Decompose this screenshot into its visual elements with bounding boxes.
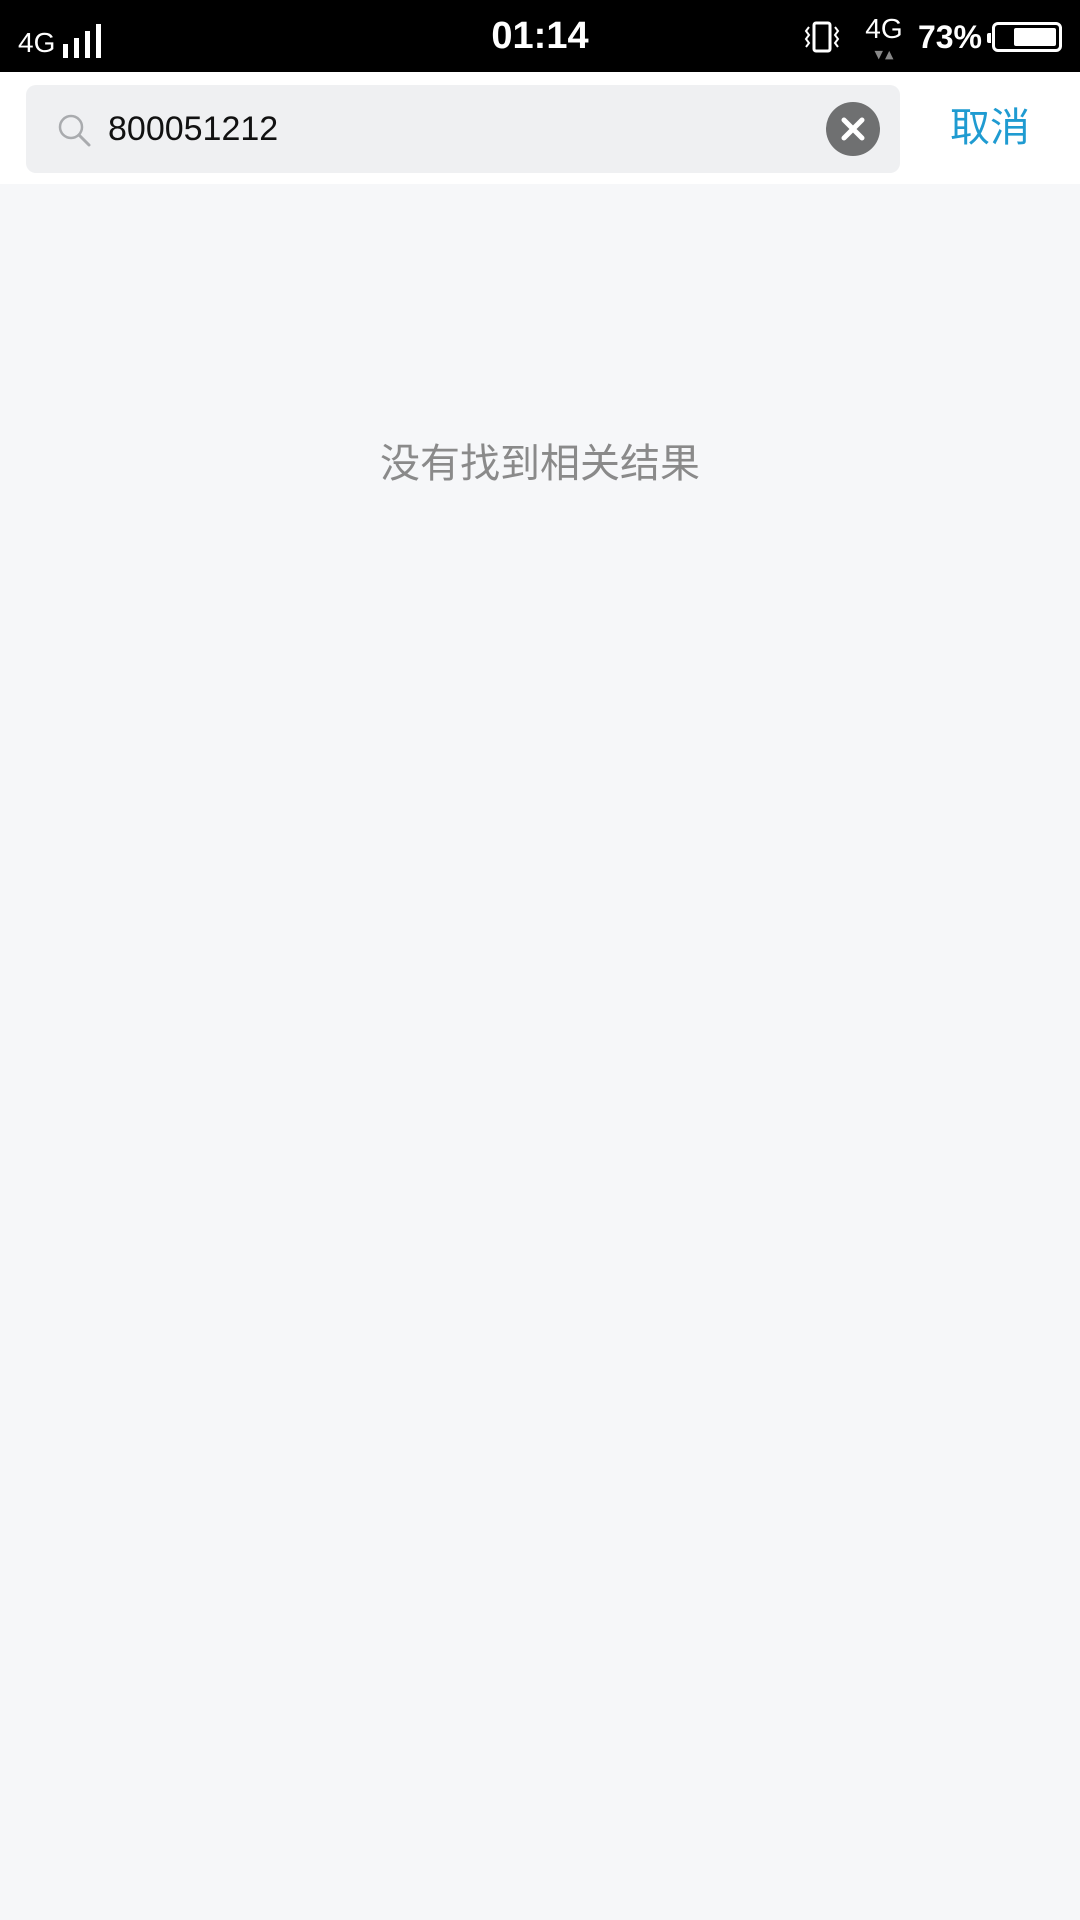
close-circle-icon bbox=[841, 117, 865, 141]
vibrate-icon bbox=[804, 21, 840, 53]
status-right: 4G ▼▲ 73% bbox=[802, 12, 1062, 62]
battery-level-fill bbox=[1013, 28, 1056, 46]
cancel-button[interactable]: 取消 bbox=[950, 72, 1030, 184]
search-icon bbox=[58, 114, 91, 147]
battery-percent: 73% bbox=[917, 18, 982, 55]
status-bar: 4G 01:14 4G ▼▲ 73% bbox=[0, 0, 1080, 72]
search-results-area: 没有找到相关结果 bbox=[0, 184, 1080, 1920]
mobile-data-label: 4G bbox=[865, 13, 903, 44]
data-activity-arrows: ▼▲ bbox=[874, 48, 896, 61]
clear-search-button[interactable] bbox=[826, 102, 880, 156]
search-input[interactable] bbox=[106, 85, 828, 173]
mobile-data-indicator: 4G ▼▲ bbox=[862, 13, 906, 61]
empty-results-message: 没有找到相关结果 bbox=[380, 441, 700, 487]
search-header: 取消 bbox=[0, 72, 1080, 184]
battery-icon bbox=[987, 22, 1062, 52]
search-box[interactable] bbox=[26, 85, 900, 173]
